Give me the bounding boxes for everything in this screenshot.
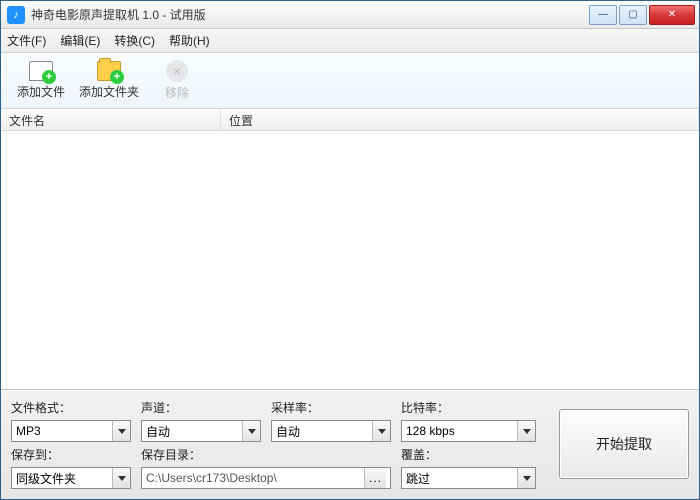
format-combo[interactable]: MP3	[11, 420, 131, 442]
menubar: 文件(F) 编辑(E) 转换(C) 帮助(H)	[1, 29, 699, 53]
app-icon: ♪	[7, 6, 25, 24]
saveto-value: 同级文件夹	[16, 470, 76, 487]
format-label: 文件格式：	[11, 399, 131, 416]
app-window: ♪ 神奇电影原声提取机 1.0 - 试用版 — ▢ ✕ 文件(F) 编辑(E) …	[0, 0, 700, 500]
remove-icon	[166, 60, 188, 82]
chevron-down-icon	[242, 421, 260, 441]
minimize-button[interactable]: —	[589, 5, 617, 25]
remove-button: 移除	[147, 56, 207, 106]
bitrate-label: 比特率：	[401, 399, 536, 416]
column-filename[interactable]: 文件名	[1, 109, 221, 130]
remove-label: 移除	[165, 84, 189, 101]
add-folder-label: 添加文件夹	[79, 83, 139, 100]
bitrate-combo[interactable]: 128 kbps	[401, 420, 536, 442]
close-button[interactable]: ✕	[649, 5, 695, 25]
samplerate-label: 采样率：	[271, 399, 391, 416]
format-value: MP3	[16, 424, 41, 438]
menu-help[interactable]: 帮助(H)	[169, 32, 210, 49]
bitrate-value: 128 kbps	[406, 424, 455, 438]
overwrite-combo[interactable]: 跳过	[401, 467, 536, 489]
channel-value: 自动	[146, 423, 170, 440]
list-header: 文件名 位置	[1, 109, 699, 131]
chevron-down-icon	[517, 421, 535, 441]
column-location[interactable]: 位置	[221, 109, 699, 130]
toolbar: 添加文件 添加文件夹 移除	[1, 53, 699, 109]
menu-convert[interactable]: 转换(C)	[114, 32, 155, 49]
savedir-value: C:\Users\cr173\Desktop\	[146, 471, 364, 485]
start-button[interactable]: 开始提取	[559, 409, 689, 479]
chevron-down-icon	[517, 468, 535, 488]
settings-grid: 文件格式： 声道： 采样率： 比特率： MP3 自动 自动 128 kbps 保…	[11, 399, 549, 489]
menu-edit[interactable]: 编辑(E)	[60, 32, 100, 49]
titlebar: ♪ 神奇电影原声提取机 1.0 - 试用版 — ▢ ✕	[1, 1, 699, 29]
menu-file[interactable]: 文件(F)	[7, 32, 46, 49]
samplerate-combo[interactable]: 自动	[271, 420, 391, 442]
saveto-combo[interactable]: 同级文件夹	[11, 467, 131, 489]
file-list[interactable]	[1, 131, 699, 390]
window-buttons: — ▢ ✕	[587, 5, 695, 25]
browse-button[interactable]: ...	[364, 468, 386, 488]
channel-label: 声道：	[141, 399, 261, 416]
samplerate-value: 自动	[276, 423, 300, 440]
folder-add-icon	[97, 61, 121, 81]
saveto-label: 保存到：	[11, 446, 131, 463]
savedir-field: C:\Users\cr173\Desktop\ ...	[141, 467, 391, 489]
chevron-down-icon	[372, 421, 390, 441]
add-file-button[interactable]: 添加文件	[11, 56, 71, 106]
add-file-label: 添加文件	[17, 83, 65, 100]
add-folder-button[interactable]: 添加文件夹	[79, 56, 139, 106]
savedir-label: 保存目录：	[141, 446, 261, 463]
file-add-icon	[29, 61, 53, 81]
channel-combo[interactable]: 自动	[141, 420, 261, 442]
window-title: 神奇电影原声提取机 1.0 - 试用版	[31, 6, 587, 23]
chevron-down-icon	[112, 468, 130, 488]
bottom-panel: 文件格式： 声道： 采样率： 比特率： MP3 自动 自动 128 kbps 保…	[1, 390, 699, 499]
maximize-button[interactable]: ▢	[619, 5, 647, 25]
chevron-down-icon	[112, 421, 130, 441]
overwrite-value: 跳过	[406, 470, 430, 487]
overwrite-label: 覆盖：	[401, 446, 536, 463]
